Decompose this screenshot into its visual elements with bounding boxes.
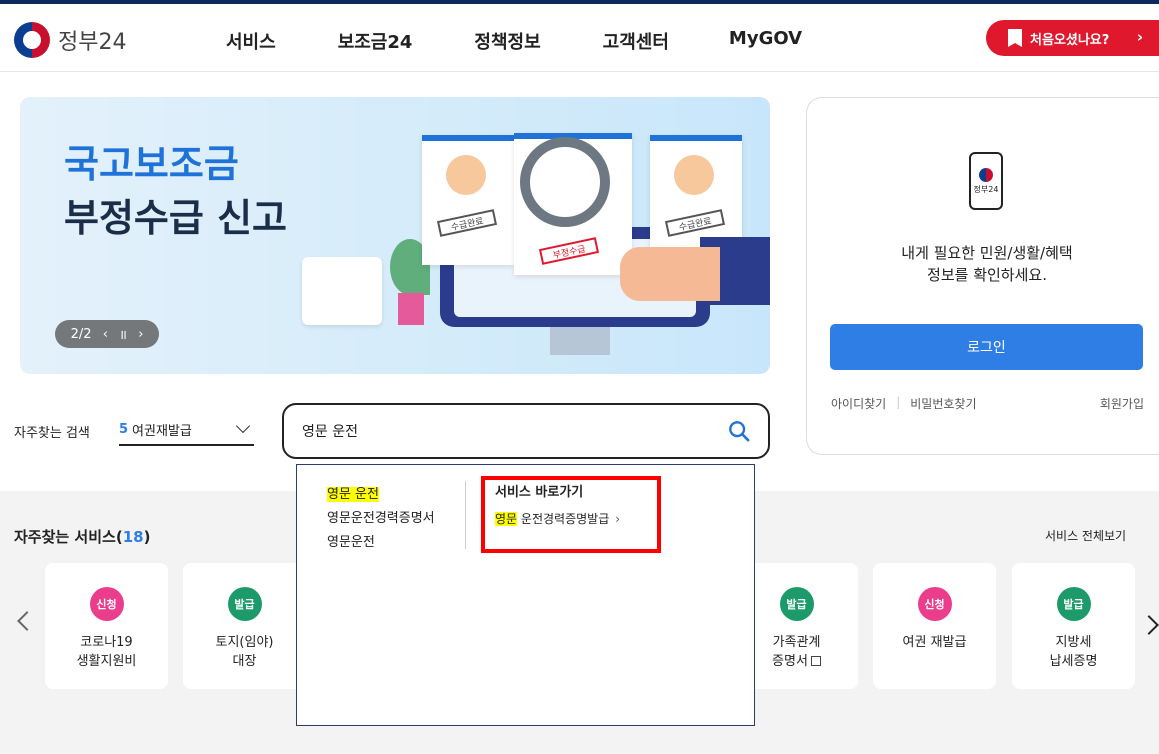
issue-badge: 발급	[1056, 587, 1091, 621]
monitor-stand-illustration	[550, 327, 610, 355]
person-face-illustration	[446, 155, 486, 195]
service-card-covid-support[interactable]: 신청 코로나19 생활지원비	[45, 563, 168, 689]
service-name: 지방세 납세증명	[1049, 635, 1098, 669]
stamp-label: 수급완료	[436, 209, 498, 237]
logo-text: 정부24	[58, 30, 127, 55]
join-link[interactable]: 회원가입	[1100, 395, 1144, 412]
first-visit-button[interactable]: 처음오셨나요? ›	[986, 20, 1159, 56]
service-shortcut-heading: 서비스 바로가기	[495, 485, 584, 500]
shortcut-highlight: 영문	[495, 512, 518, 526]
first-visit-label: 처음오셨나요?	[1030, 32, 1110, 48]
frequent-services-title: 자주찾는 서비스(18)	[14, 526, 150, 547]
service-name: 토지(임야) 대장	[215, 635, 274, 669]
apply-badge: 신청	[917, 587, 952, 621]
frequent-search-rank: 5	[119, 421, 129, 437]
service-shortcut: 서비스 바로가기 영문 운전경력증명발급 ›	[495, 481, 620, 527]
service-card-local-tax[interactable]: 발급 지방세 납세증명	[1012, 563, 1135, 689]
banner-page-indicator: 2/2	[70, 326, 92, 342]
hand-illustration	[620, 247, 720, 301]
banner-title-line1: 국고보조금	[64, 142, 239, 186]
search-autocomplete-dropdown: 영문 운전 영문운전경력증명서 영문운전 서비스 바로가기 영문 운전경력증명발…	[296, 464, 755, 726]
frequent-search-keyword: 여권재발급	[132, 423, 192, 439]
chevron-down-icon	[235, 418, 251, 434]
service-shortcut-link[interactable]: 영문 운전경력증명발급 ›	[495, 510, 620, 527]
nav-item-mygov[interactable]: MyGOV	[729, 28, 802, 54]
dropdown-divider	[465, 481, 466, 549]
issue-badge: 발급	[779, 587, 814, 621]
suggestion-highlight: 영문 운전	[327, 487, 379, 502]
find-password-link[interactable]: 비밀번호찾기	[910, 395, 976, 412]
login-button[interactable]: 로그인	[830, 324, 1143, 370]
nav-item-policy-info[interactable]: 정책정보	[474, 28, 540, 54]
service-name: 여권 재발급	[902, 635, 967, 650]
service-card-passport-reissue[interactable]: 신청 여권 재발급	[873, 563, 996, 689]
banner-pager-control: 2/2 ‹ ॥ ›	[55, 320, 159, 348]
banner-title-line2: 부정수급 신고	[64, 196, 287, 240]
nav-item-services[interactable]: 서비스	[226, 28, 276, 54]
magnifier-illustration	[520, 137, 610, 227]
login-message: 내게 필요한 민원/생활/혜택 정보를 확인하세요.	[807, 242, 1159, 286]
nav-item-subsidy24[interactable]: 보조금24	[338, 28, 413, 54]
count-close-paren: )	[143, 528, 151, 546]
count-open-paren: (	[115, 528, 123, 546]
suggestion-list: 영문 운전 영문운전경력증명서 영문운전	[327, 483, 435, 555]
phone-icon-label: 정부24	[973, 184, 999, 194]
service-card-land-register[interactable]: 발급 토지(임야) 대장	[183, 563, 306, 689]
chevron-left-icon[interactable]: ‹	[103, 327, 108, 342]
taegeuk-logo-icon	[979, 167, 993, 182]
search-box	[282, 403, 770, 459]
shortcut-text: 운전경력증명발급	[517, 512, 610, 526]
taegeuk-logo-icon	[14, 22, 50, 58]
main-nav: 서비스 보조금24 정책정보 고객센터 MyGOV	[226, 28, 802, 54]
login-message-line1: 내게 필요한 민원/생활/혜택	[901, 244, 1073, 262]
frequent-search-select[interactable]: 5 여권재발급	[119, 414, 254, 446]
frequent-services-title-text: 자주찾는 서비스	[14, 528, 116, 546]
suggestion-item[interactable]: 영문 운전	[327, 483, 435, 507]
nav-item-customer-center[interactable]: 고객센터	[603, 28, 669, 54]
external-link-icon	[810, 656, 821, 666]
pause-icon[interactable]: ॥	[119, 325, 127, 343]
promo-banner[interactable]: 국고보조금 부정수급 신고 수급완료 수급완료 부정수급 2/2 ‹ ॥ ›	[20, 97, 770, 374]
apply-badge: 신청	[89, 587, 124, 621]
search-icon[interactable]	[728, 420, 750, 442]
login-links: 아이디찾기 | 비밀번호찾기 회원가입	[831, 395, 1144, 412]
service-name: 코로나19 생활지원비	[76, 635, 137, 669]
plant-pot-illustration	[398, 293, 424, 325]
suggestion-item[interactable]: 영문운전경력증명서	[327, 507, 435, 531]
login-message-line2: 정보를 확인하세요.	[927, 266, 1047, 284]
bookmark-star-icon	[1008, 29, 1022, 47]
stamp-label: 수급완료	[664, 209, 726, 237]
issue-badge: 발급	[227, 587, 262, 621]
frequent-search-label: 자주찾는 검색	[14, 426, 90, 441]
person-face-illustration	[674, 155, 714, 195]
profile-card-illustration: 수급완료	[422, 135, 514, 265]
chevron-right-icon[interactable]: ›	[138, 327, 143, 342]
login-panel: 정부24 내게 필요한 민원/생활/혜택 정보를 확인하세요. 로그인 아이디찾…	[806, 97, 1159, 455]
mobile-phone-icon: 정부24	[969, 152, 1003, 210]
chevron-right-icon: ›	[615, 512, 621, 526]
link-separator: |	[896, 395, 901, 409]
suggestion-item[interactable]: 영문운전	[327, 531, 435, 555]
find-id-link[interactable]: 아이디찾기	[831, 395, 886, 412]
site-logo[interactable]: 정부24	[14, 22, 126, 58]
search-input[interactable]	[302, 423, 702, 439]
all-services-link[interactable]: 서비스 전체보기	[1045, 527, 1126, 544]
frequent-services-count: 18	[122, 528, 144, 546]
banner-title: 국고보조금 부정수급 신고	[64, 137, 287, 245]
calendar-illustration	[302, 257, 382, 325]
fraud-stamp-label: 부정수급	[538, 237, 600, 265]
chevron-right-icon: ›	[1136, 28, 1143, 46]
site-header: 정부24 서비스 보조금24 정책정보 고객센터 MyGOV 처음오셨나요? ›	[0, 4, 1159, 72]
